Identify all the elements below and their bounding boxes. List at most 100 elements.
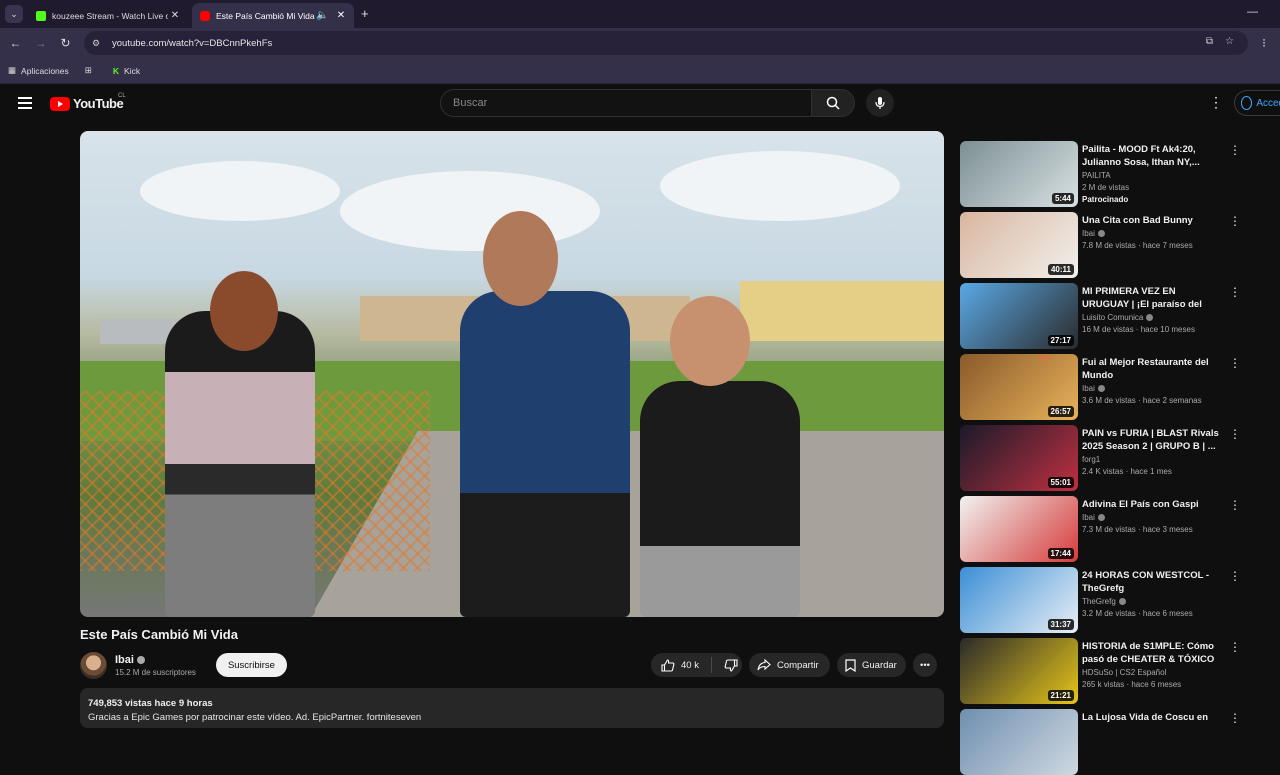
bookmark-grid[interactable]: ⊞ (85, 65, 97, 76)
close-tab-icon[interactable]: ✕ (168, 10, 182, 21)
channel-info: Ibai 15.2 M de suscriptores (115, 654, 196, 677)
video-menu-icon[interactable]: ⋮ (1229, 711, 1241, 725)
video-menu-icon[interactable]: ⋮ (1229, 356, 1241, 370)
video-menu-icon[interactable]: ⋮ (1229, 427, 1241, 441)
save-button[interactable]: Guardar (837, 653, 906, 677)
video-thumbnail[interactable]: 27:17 (960, 283, 1078, 349)
share-button[interactable]: Compartir (749, 653, 830, 677)
related-video-item[interactable]: 27:17 MI PRIMERA VEZ EN URUGUAY | ¡El par… (960, 283, 1250, 349)
bookmark-star-icon[interactable]: ☆ (1225, 36, 1234, 47)
settings-kebab-icon[interactable]: ⋮ (1209, 94, 1223, 111)
like-icon[interactable] (661, 658, 675, 672)
install-app-icon[interactable]: ⧉ (1206, 36, 1213, 47)
video-menu-icon[interactable]: ⋮ (1229, 143, 1241, 157)
video-thumbnail[interactable]: 5:44 (960, 141, 1078, 207)
site-info-icon[interactable]: ⚙ (90, 37, 102, 49)
video-menu-icon[interactable]: ⋮ (1229, 569, 1241, 583)
search-button[interactable] (811, 89, 855, 117)
search-icon (826, 96, 840, 110)
bookmark-kick[interactable]: K Kick (113, 66, 140, 76)
bookmark-apps[interactable]: ▦ Aplicaciones (8, 65, 69, 76)
video-thumbnail[interactable]: 21:21 (960, 638, 1078, 704)
dislike-icon[interactable] (724, 658, 738, 672)
related-video-title[interactable]: Pailita - MOOD Ft Ak4:20, Julianno Sosa,… (1082, 143, 1222, 169)
divider (710, 657, 712, 673)
verified-icon (1118, 598, 1126, 606)
related-view-count: 7.8 M de vistas · hace 7 meses (1082, 241, 1193, 250)
verified-icon (136, 655, 145, 664)
related-channel-name[interactable]: HDSuSo | CS2 Español (1082, 668, 1166, 677)
video-thumbnail[interactable]: 40:11 (960, 212, 1078, 278)
video-thumbnail[interactable] (960, 709, 1078, 775)
video-thumbnail[interactable]: 26:57 (960, 354, 1078, 420)
person-left (165, 311, 315, 617)
minimize-button[interactable]: — (1247, 6, 1258, 18)
video-menu-icon[interactable]: ⋮ (1229, 498, 1241, 512)
new-tab-button[interactable]: + (361, 6, 369, 21)
bookmark-icon (845, 658, 856, 672)
video-thumbnail[interactable]: 31:37 (960, 567, 1078, 633)
close-tab-icon[interactable]: ✕ (334, 10, 348, 21)
related-video-item[interactable]: 26:57 Perú Fui al Mejor Restaurante del Mu… (960, 354, 1250, 420)
related-view-count: 16 M de vistas · hace 10 meses (1082, 325, 1195, 334)
subscribe-button[interactable]: Suscribirse (215, 653, 287, 677)
speaker-icon[interactable]: 🔈 (316, 10, 328, 21)
related-channel-text: HDSuSo | CS2 Español (1082, 668, 1167, 677)
related-channel-name[interactable]: Ibai (1082, 384, 1105, 393)
browser-tab-kick[interactable]: kouzeee Stream - Watch Live o ✕ (28, 3, 188, 28)
related-channel-name[interactable]: forg1 (1082, 455, 1100, 464)
background-building (740, 281, 944, 341)
related-channel-name[interactable]: Ibai (1082, 229, 1105, 238)
kick-favicon-icon (36, 10, 46, 21)
related-video-title[interactable]: Fui al Mejor Restaurante del Mundo (1082, 356, 1222, 382)
more-actions-button[interactable]: ••• (913, 653, 937, 677)
related-channel-name[interactable]: Luisito Comunica (1082, 313, 1154, 322)
video-player[interactable] (80, 131, 944, 617)
forward-button[interactable]: → (28, 36, 53, 50)
related-channel-name[interactable]: PAILITA (1082, 171, 1111, 180)
video-menu-icon[interactable]: ⋮ (1229, 640, 1241, 654)
related-video-item[interactable]: 5:44 Pailita - MOOD Ft Ak4:20, Julianno S… (960, 141, 1250, 207)
reload-button[interactable]: ↻ (53, 36, 78, 50)
related-video-title[interactable]: HISTORIA de S1MPLE: Cómo pasó de CHEATER… (1082, 640, 1222, 667)
related-video-title[interactable]: Una Cita con Bad Bunny (1082, 214, 1222, 227)
like-count[interactable]: 40 k (681, 660, 699, 671)
related-video-item[interactable]: 55:01 PAIN vs FURIA | BLAST Rivals 2025 S… (960, 425, 1250, 491)
related-video-title[interactable]: Adivina El País con Gaspi (1082, 498, 1222, 511)
tab-search-button[interactable]: ⌄ (5, 5, 23, 23)
related-video-item[interactable]: 17:44 Adivina El País con Gaspi Ibai 7.3 M … (960, 496, 1250, 562)
related-video-title[interactable]: 24 HORAS CON WESTCOL - TheGrefg (1082, 569, 1222, 595)
menu-icon[interactable] (18, 97, 32, 112)
url-text: youtube.com/watch?v=DBCnnPkehFs (112, 37, 273, 49)
extensions-icon[interactable]: ⁝ (1258, 36, 1270, 50)
browser-tab-youtube[interactable]: Este País Cambió Mi Vida - 🔈 ✕ (192, 3, 354, 28)
related-video-title[interactable]: PAIN vs FURIA | BLAST Rivals 2025 Season… (1082, 427, 1222, 453)
related-video-item[interactable]: La Lujosa Vida de Coscu en ⋮ (960, 709, 1250, 775)
channel-name[interactable]: Ibai (115, 654, 196, 666)
related-channel-name[interactable]: Ibai (1082, 513, 1105, 522)
omnibox[interactable]: ⚙ youtube.com/watch?v=DBCnnPkehFs ⧉ ☆ (84, 31, 1248, 55)
search-input[interactable]: Buscar (440, 89, 812, 117)
signin-button[interactable]: Acceder (1234, 90, 1280, 116)
youtube-logo[interactable]: YouTube CL (50, 93, 126, 111)
description-text: Gracias a Epic Games por patrocinar este… (88, 712, 422, 723)
related-video-item[interactable]: 31:37 24 HORAS CON WESTCOL - TheGrefg TheG… (960, 567, 1250, 633)
description-box[interactable]: 749,853 vistas hace 9 horas Gracias a Ep… (80, 688, 944, 728)
related-channel-name[interactable]: TheGrefg (1082, 597, 1126, 606)
related-view-count: 3.6 M de vistas · hace 2 semanas (1082, 396, 1202, 405)
related-video-item[interactable]: 40:11 Una Cita con Bad Bunny Ibai 7.8 M de … (960, 212, 1250, 278)
related-video-title[interactable]: MI PRIMERA VEZ EN URUGUAY | ¡El paraíso … (1082, 285, 1222, 312)
back-button[interactable]: ← (3, 36, 28, 50)
video-thumbnail[interactable]: 17:44 (960, 496, 1078, 562)
subscriber-count: 15.2 M de suscriptores (115, 667, 196, 677)
related-video-item[interactable]: 21:21 HISTORIA de S1MPLE: Cómo pasó de CH… (960, 638, 1250, 704)
video-menu-icon[interactable]: ⋮ (1229, 285, 1241, 299)
more-horizontal-icon: ••• (920, 659, 930, 671)
related-video-title[interactable]: La Lujosa Vida de Coscu en (1082, 711, 1222, 724)
video-thumbnail[interactable]: 55:01 (960, 425, 1078, 491)
video-menu-icon[interactable]: ⋮ (1229, 214, 1241, 228)
channel-avatar[interactable] (80, 651, 107, 679)
voice-search-button[interactable] (866, 89, 894, 117)
sponsored-badge: Patrocinado (1082, 195, 1129, 204)
cloud (140, 161, 340, 221)
